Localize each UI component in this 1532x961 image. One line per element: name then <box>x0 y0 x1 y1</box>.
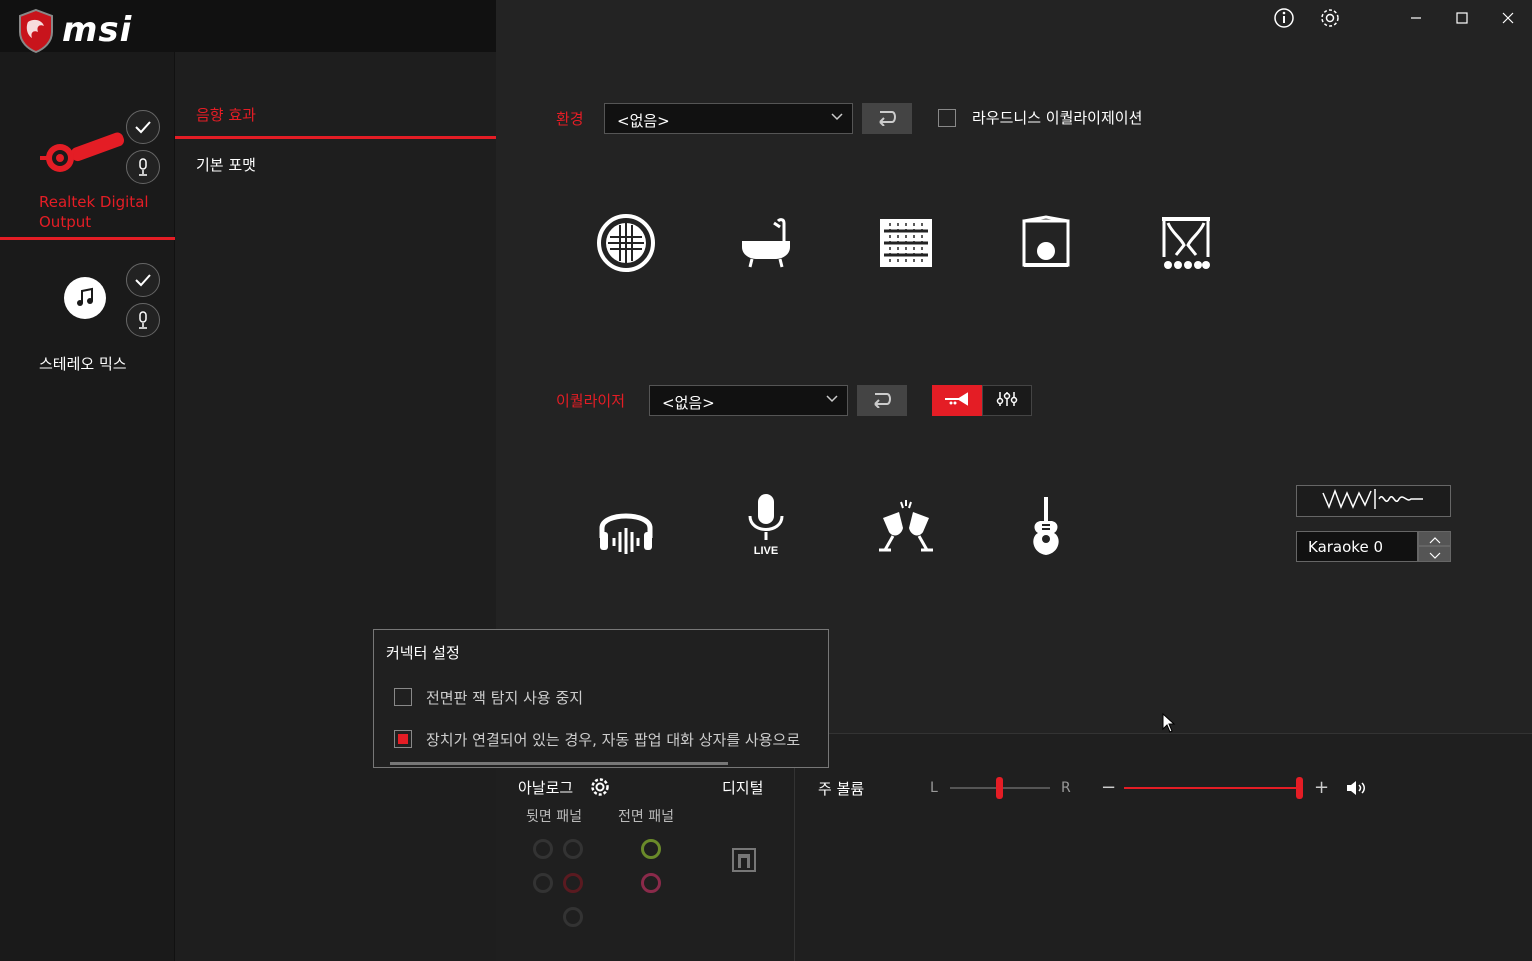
front-jack-mic[interactable] <box>641 873 661 893</box>
trumpet-icon <box>943 391 971 411</box>
stage-icon[interactable] <box>1011 208 1081 278</box>
msi-dragon-icon <box>16 8 56 54</box>
maximize-icon[interactable] <box>1450 6 1474 30</box>
digital-output-port-icon[interactable] <box>732 848 756 876</box>
environment-reset-button[interactable] <box>862 103 912 134</box>
karaoke-value-field[interactable]: Karaoke 0 <box>1296 531 1418 562</box>
karaoke-voice-button[interactable] <box>1296 485 1451 517</box>
default-comm-mic-icon[interactable] <box>126 303 160 337</box>
tab-label: 기본 포맷 <box>196 156 256 174</box>
loudness-checkbox[interactable] <box>938 109 956 127</box>
tab-default-format[interactable]: 기본 포맷 <box>175 145 496 185</box>
rear-jack[interactable] <box>563 907 583 927</box>
arena-icon[interactable] <box>871 208 941 278</box>
guitar-icon[interactable] <box>1011 493 1081 563</box>
tab-sound-effects[interactable]: 음향 효과 <box>175 95 496 139</box>
headphones-icon[interactable] <box>591 493 661 563</box>
music-note-icon <box>64 277 106 319</box>
environment-label: 환경 <box>556 110 584 128</box>
main-volume-label: 주 볼륨 <box>818 780 865 798</box>
analog-label: 아날로그 <box>518 779 574 797</box>
environment-value: <없음> <box>617 112 670 130</box>
reset-icon <box>871 390 893 412</box>
theater-icon[interactable] <box>1151 208 1221 278</box>
voice-wave-icon <box>1319 487 1429 515</box>
checkbox-checked-mark <box>398 734 408 744</box>
gear-icon[interactable] <box>1318 6 1342 30</box>
reset-icon <box>876 108 898 130</box>
rear-jack-mic[interactable] <box>563 873 583 893</box>
loudness-label: 라우드니스 이퀄라이제이션 <box>972 109 1143 127</box>
eq-preset-mode-button[interactable] <box>932 385 982 416</box>
rear-panel-label: 뒷면 패널 <box>526 809 582 825</box>
sliders-icon <box>995 390 1019 412</box>
rear-jack[interactable] <box>533 873 553 893</box>
device-realtek-digital[interactable]: Realtek Digital Output <box>0 100 175 240</box>
default-device-check-icon[interactable] <box>126 110 160 144</box>
disable-front-jack-label: 전면판 잭 탐지 사용 중지 <box>426 689 584 707</box>
balance-slider-thumb[interactable] <box>996 777 1003 799</box>
connector-settings-popup: 커넥터 설정 전면판 잭 탐지 사용 중지 장치가 연결되어 있는 경우, 자동… <box>373 629 829 768</box>
balance-right-label: R <box>1061 780 1071 796</box>
bathroom-icon[interactable] <box>731 208 801 278</box>
rear-jack[interactable] <box>563 839 583 859</box>
volume-minus-button[interactable]: − <box>1101 777 1116 798</box>
connector-settings-gear-icon[interactable] <box>589 776 611 802</box>
equalizer-reset-button[interactable] <box>857 385 907 416</box>
disable-front-jack-checkbox[interactable] <box>394 688 412 706</box>
chevron-down-icon <box>1428 545 1442 564</box>
volume-slider-track[interactable] <box>1124 787 1300 789</box>
digital-label: 디지털 <box>722 779 764 797</box>
default-comm-mic-icon[interactable] <box>126 150 160 184</box>
volume-slider-thumb[interactable] <box>1296 777 1303 799</box>
volume-plus-button[interactable]: + <box>1314 777 1329 798</box>
speaker-icon[interactable] <box>1345 778 1367 802</box>
eq-custom-mode-button[interactable] <box>982 385 1032 416</box>
chevron-down-icon <box>830 110 844 128</box>
minimize-icon[interactable] <box>1404 6 1428 30</box>
tab-panel <box>175 52 496 961</box>
popup-title: 커넥터 설정 <box>386 644 460 662</box>
chevron-down-icon <box>825 392 839 410</box>
equalizer-value: <없음> <box>662 394 715 412</box>
popup-scrollbar[interactable] <box>390 762 728 765</box>
auto-popup-checkbox[interactable] <box>394 730 412 748</box>
digital-cable-icon <box>40 130 130 178</box>
live-mic-icon[interactable]: LIVE <box>731 490 801 560</box>
tab-label: 음향 효과 <box>196 106 256 124</box>
default-device-check-icon[interactable] <box>126 263 160 297</box>
rear-jack[interactable] <box>533 839 553 859</box>
front-jack-headphone[interactable] <box>641 839 661 859</box>
close-icon[interactable] <box>1496 6 1520 30</box>
environment-select[interactable]: <없음> <box>604 103 853 134</box>
brand-logo-text: msi <box>62 10 133 50</box>
device-stereo-mix[interactable]: 스테레오 믹스 <box>0 255 175 385</box>
device-label: Realtek Digital Output <box>39 193 149 231</box>
hall-icon[interactable] <box>591 208 661 278</box>
auto-popup-label: 장치가 연결되어 있는 경우, 자동 팝업 대화 상자를 사용으로 <box>426 731 801 749</box>
logo-bar: msi <box>0 0 496 54</box>
info-icon[interactable] <box>1272 6 1296 30</box>
party-icon[interactable] <box>871 493 941 563</box>
equalizer-select[interactable]: <없음> <box>649 385 848 416</box>
bottom-divider <box>794 768 795 961</box>
balance-left-label: L <box>930 780 938 796</box>
equalizer-label: 이퀄라이저 <box>556 392 626 410</box>
front-panel-label: 전면 패널 <box>618 809 674 825</box>
karaoke-down-button[interactable] <box>1418 546 1451 562</box>
device-label: 스테레오 믹스 <box>39 355 127 373</box>
svg-text:LIVE: LIVE <box>754 545 778 557</box>
